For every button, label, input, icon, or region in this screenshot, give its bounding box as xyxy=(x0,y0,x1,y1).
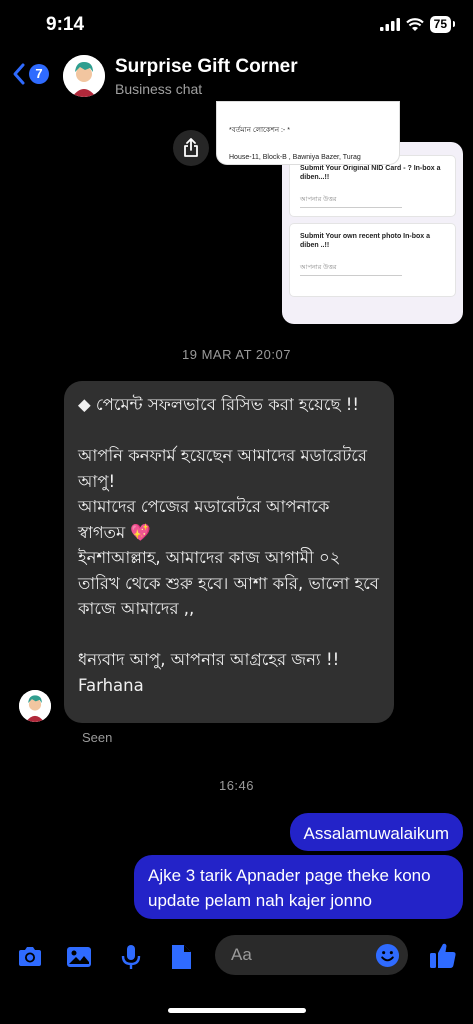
message-input[interactable] xyxy=(231,945,361,965)
form-question-card: Submit Your Original NID Card - ? In-box… xyxy=(290,156,455,216)
form-question-card: Submit Your own recent photo In-box a di… xyxy=(290,224,455,296)
document-icon[interactable] xyxy=(167,943,195,971)
outgoing-message[interactable]: Assalamuwalaikum xyxy=(289,813,463,851)
gallery-icon[interactable] xyxy=(65,943,93,971)
thumbs-up-icon[interactable] xyxy=(428,941,458,971)
chat-subtitle: Business chat xyxy=(115,81,203,97)
emoji-icon[interactable] xyxy=(375,943,400,968)
incoming-message[interactable]: ◆ পেমেন্ট সফলভাবে রিসিভ করা হয়েছে !! আপ… xyxy=(64,381,394,723)
form-answer-placeholder: আপনার উত্তর xyxy=(300,194,402,209)
form-question-title: Submit Your own recent photo In-box a di… xyxy=(300,233,431,250)
seen-status: Seen xyxy=(82,730,113,745)
form-address: House-11, Block-B , Bawniya Bazer, Turag xyxy=(229,154,361,161)
status-bar: 9:14 75 xyxy=(0,0,473,50)
shared-image[interactable]: Submit Your Original NID Card - ? In-box… xyxy=(217,102,463,324)
form-location-card: *বর্তমান লোকেশন :- * House-11, Block-B ,… xyxy=(217,102,399,164)
chat-header: 7 Surprise Gift Corner Business chat xyxy=(0,50,473,102)
status-icons: 75 xyxy=(379,16,456,33)
outgoing-message[interactable]: Ajke 3 tarik Apnader page theke kono upd… xyxy=(134,855,463,919)
microphone-icon[interactable] xyxy=(117,943,145,971)
form-questions: Submit Your Original NID Card - ? In-box… xyxy=(282,142,463,324)
chat-title[interactable]: Surprise Gift Corner xyxy=(115,56,298,78)
cartoon-avatar-icon xyxy=(19,690,51,722)
date-separator: 19 MAR AT 20:07 xyxy=(182,347,291,362)
camera-icon[interactable] xyxy=(16,943,44,971)
back-button[interactable]: 7 xyxy=(12,62,49,86)
message-input-container[interactable] xyxy=(215,935,408,975)
avatar[interactable] xyxy=(63,55,105,97)
signal-icon xyxy=(379,18,400,31)
back-chevron-icon xyxy=(13,63,25,85)
wifi-icon xyxy=(405,17,424,31)
share-button[interactable] xyxy=(173,130,209,166)
form-answer-placeholder: আপনার উত্তর xyxy=(300,262,402,277)
status-time: 9:14 xyxy=(46,14,85,35)
battery-indicator: 75 xyxy=(429,16,456,33)
time-separator: 16:46 xyxy=(218,778,255,793)
unread-badge: 7 xyxy=(29,64,49,84)
cartoon-avatar-icon xyxy=(63,55,105,97)
home-indicator xyxy=(168,1008,306,1013)
form-location-label: *বর্তমান লোকেশন :- * xyxy=(229,127,290,134)
message-composer xyxy=(0,933,473,979)
share-icon xyxy=(184,138,198,157)
form-question-title: Submit Your Original NID Card - ? In-box… xyxy=(300,165,441,182)
sender-avatar[interactable] xyxy=(19,690,51,722)
